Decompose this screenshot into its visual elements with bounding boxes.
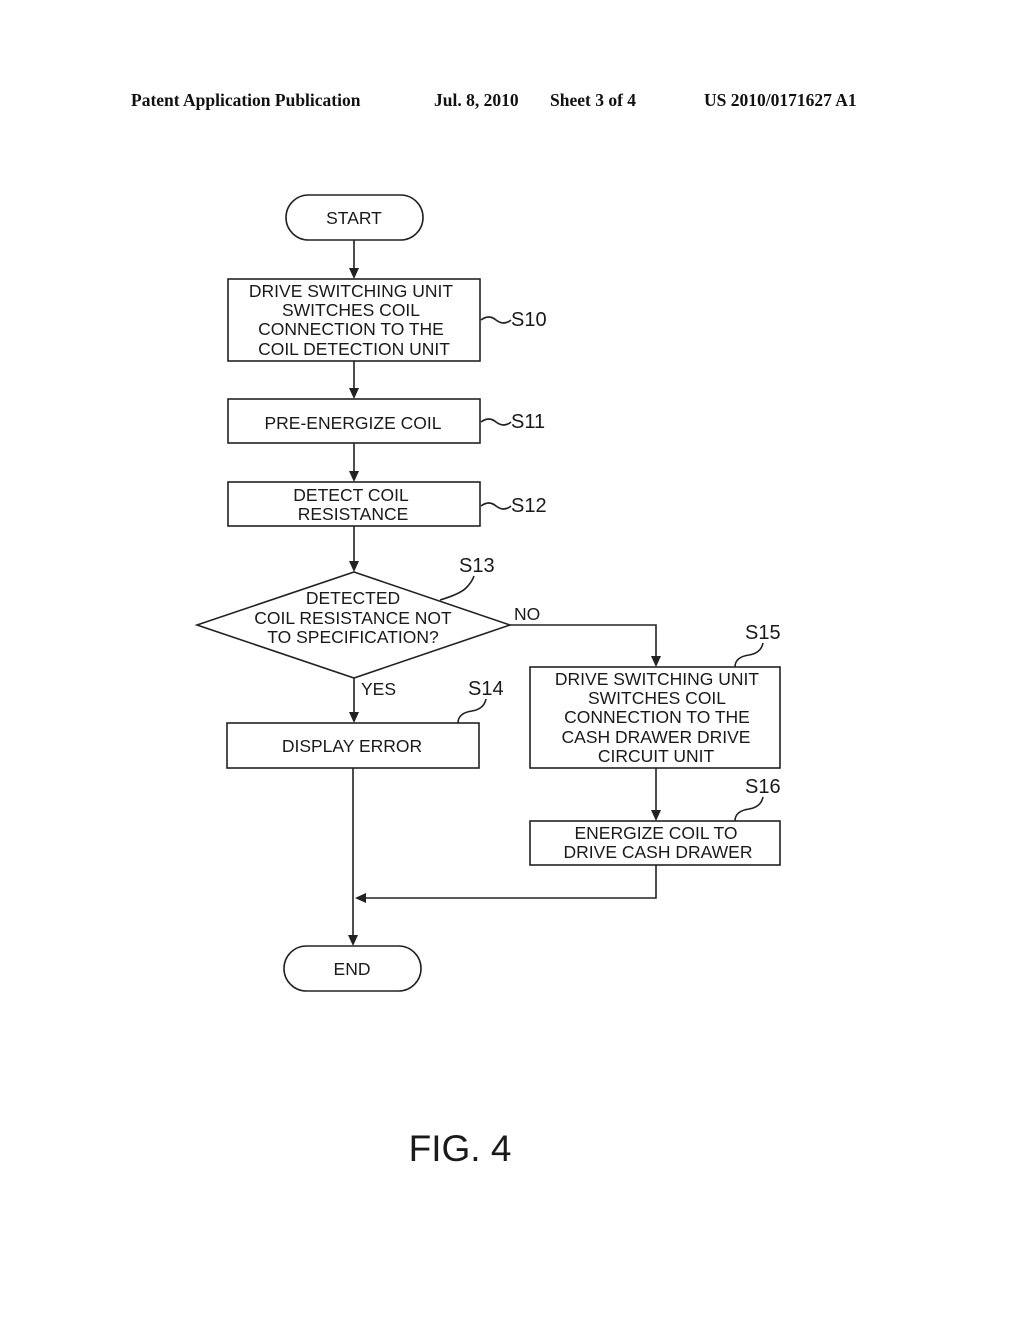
- step-s11: PRE-ENERGIZE COIL: [227, 398, 481, 444]
- connector-merge: [366, 865, 657, 899]
- arrowhead: [651, 656, 661, 667]
- connector-no: [510, 624, 657, 658]
- step-text: CASH DRAWER DRIVE: [562, 727, 751, 747]
- step-text: SWITCHES COIL: [588, 688, 726, 708]
- flowchart: START DRIVE SWITCHING UNIT SWITCHES COIL…: [194, 194, 781, 1169]
- step-s12: DETECT COIL RESISTANCE: [227, 481, 481, 527]
- step-id-s11: S11: [511, 411, 545, 433]
- step-s15: DRIVE SWITCHING UNIT SWITCHES COIL CONNE…: [529, 666, 781, 769]
- step-text: DETECT COIL: [293, 485, 409, 505]
- step-text: DRIVE SWITCHING UNIT: [555, 669, 759, 689]
- step-s16: ENERGIZE COIL TO DRIVE CASH DRAWER: [529, 820, 781, 866]
- arrowhead: [349, 712, 359, 723]
- leader-line: [480, 316, 512, 324]
- step-id-s12: S12: [511, 495, 547, 517]
- figure-label: FIG. 4: [409, 1128, 512, 1169]
- arrowhead: [651, 810, 661, 821]
- step-text: CONNECTION TO THE: [258, 319, 444, 339]
- yes-label: YES: [361, 679, 396, 699]
- step-s14: DISPLAY ERROR: [226, 722, 480, 769]
- decision-text: TO SPECIFICATION?: [267, 627, 439, 647]
- step-text: RESISTANCE: [298, 504, 409, 524]
- step-text: DISPLAY ERROR: [282, 736, 422, 756]
- step-text: DRIVE SWITCHING UNIT: [249, 281, 453, 301]
- step-text: SWITCHES COIL: [282, 300, 420, 320]
- leader-line: [439, 575, 475, 601]
- leader-line: [480, 502, 512, 510]
- end-terminal: END: [283, 945, 422, 992]
- arrowhead: [349, 561, 359, 572]
- step-text: PRE-ENERGIZE COIL: [265, 413, 442, 433]
- step-text: ENERGIZE COIL TO: [574, 823, 737, 843]
- arrowhead: [348, 935, 358, 946]
- end-label: END: [334, 959, 371, 979]
- arrowhead: [355, 893, 366, 903]
- step-id-s13: S13: [459, 555, 495, 577]
- no-label: NO: [514, 604, 540, 624]
- leader-line: [734, 796, 764, 822]
- decision-text: COIL RESISTANCE NOT: [254, 608, 452, 628]
- start-label: START: [326, 208, 382, 228]
- leader-line: [457, 698, 487, 724]
- step-id-s10: S10: [511, 309, 547, 331]
- step-id-s16: S16: [745, 776, 781, 798]
- step-id-s15: S15: [745, 622, 781, 644]
- step-text: CONNECTION TO THE: [564, 707, 750, 727]
- start-terminal: START: [285, 194, 424, 241]
- leader-line: [734, 642, 764, 668]
- decision-text: DETECTED: [306, 588, 400, 608]
- step-id-s14: S14: [468, 678, 504, 700]
- step-text: COIL DETECTION UNIT: [258, 339, 450, 359]
- leader-line: [480, 418, 512, 426]
- arrowhead: [349, 268, 359, 279]
- arrowhead: [349, 471, 359, 482]
- arrowhead: [349, 388, 359, 399]
- step-text: DRIVE CASH DRAWER: [564, 842, 753, 862]
- decision-s13: DETECTED COIL RESISTANCE NOT TO SPECIFIC…: [194, 571, 513, 679]
- step-s10: DRIVE SWITCHING UNIT SWITCHES COIL CONNE…: [227, 278, 481, 362]
- step-text: CIRCUIT UNIT: [598, 746, 715, 766]
